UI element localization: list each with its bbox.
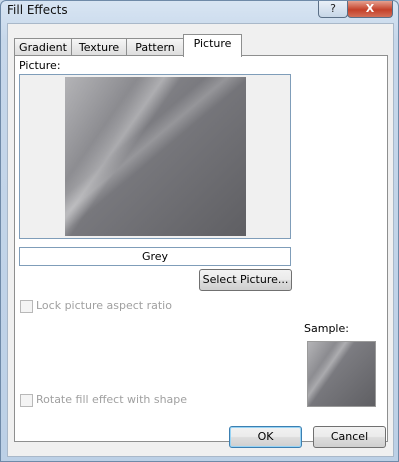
- help-button[interactable]: ?: [318, 1, 348, 18]
- fill-effects-dialog: Fill Effects ? X Gradient Texture Patter…: [0, 0, 399, 462]
- picture-preview-image: [65, 77, 246, 236]
- sample-label: Sample:: [304, 322, 349, 335]
- tab-picture[interactable]: Picture: [183, 34, 242, 57]
- picture-preview: [19, 74, 291, 239]
- cancel-button[interactable]: Cancel: [313, 426, 386, 448]
- picture-name-field: Grey: [19, 247, 291, 266]
- close-button[interactable]: X: [347, 1, 393, 18]
- ok-button[interactable]: OK: [229, 426, 302, 448]
- dialog-client-area: Gradient Texture Pattern Picture Picture…: [7, 23, 394, 457]
- lock-aspect-checkbox[interactable]: [20, 300, 33, 313]
- lock-aspect-label: Lock picture aspect ratio: [36, 299, 172, 312]
- rotate-fill-label: Rotate fill effect with shape: [36, 393, 188, 406]
- tab-pattern[interactable]: Pattern: [126, 38, 184, 56]
- tab-gradient[interactable]: Gradient: [14, 38, 72, 56]
- tab-texture[interactable]: Texture: [71, 38, 127, 56]
- sample-preview: [307, 341, 376, 407]
- rotate-fill-checkbox[interactable]: [20, 394, 33, 407]
- dialog-title: Fill Effects: [7, 3, 68, 17]
- picture-label: Picture:: [19, 59, 61, 72]
- picture-tab-panel: Picture: Grey Select Picture... Lock pic…: [14, 55, 388, 442]
- select-picture-button[interactable]: Select Picture...: [199, 269, 292, 291]
